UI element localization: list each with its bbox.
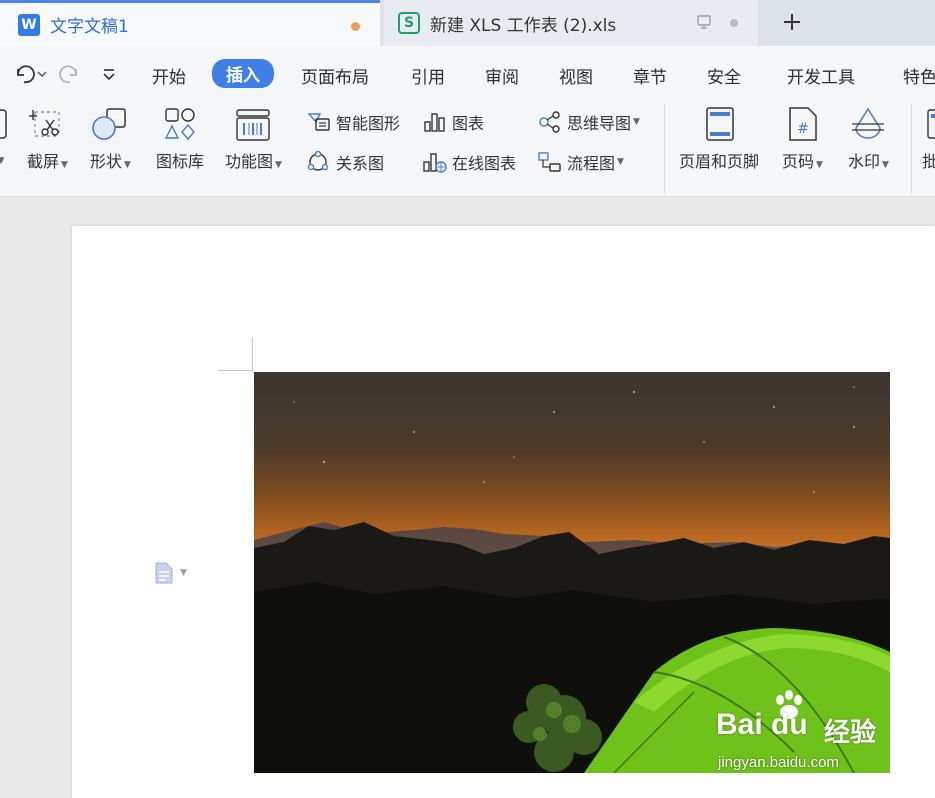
writer-logo-icon: W — [18, 13, 40, 36]
redo-button[interactable] — [58, 62, 82, 90]
chart-button[interactable]: 图表 — [422, 110, 484, 134]
caret-down-icon: ▼ — [124, 160, 131, 170]
tab-spreadsheet[interactable]: S 新建 XLS 工作表 (2).xls — [384, 0, 758, 46]
function-chart-icon — [236, 109, 271, 141]
tab-status-dot-icon — [730, 19, 738, 27]
chevron-down-icon — [103, 69, 115, 81]
caret-down-icon: ▼ — [882, 160, 889, 170]
shape-icon — [92, 108, 127, 140]
flow-chart-label: 流程图 — [567, 154, 616, 173]
online-chart-icon — [423, 153, 447, 173]
screenshot-label: 截屏 — [27, 152, 60, 171]
shape-button[interactable]: 形状 ▼ — [90, 106, 131, 172]
header-footer-button[interactable]: 页眉和页脚 — [679, 106, 759, 172]
new-tab-button[interactable] — [778, 8, 806, 36]
tab-document-1[interactable]: W 文字文稿1 — [0, 0, 380, 46]
caret-down-icon: ▼ — [633, 117, 640, 127]
caret-down-icon: ▼ — [61, 160, 68, 170]
relation-chart-button[interactable]: 关系图 — [306, 150, 384, 174]
baidu-jingyan-watermark: Bai du 经验 jingyan.baidu.com — [716, 690, 886, 774]
mind-map-icon — [539, 111, 560, 133]
spreadsheet-logo-icon: S — [398, 12, 420, 34]
menu-view[interactable]: 视图 — [559, 63, 593, 88]
partial-icon — [0, 109, 7, 139]
caret-down-icon: ▼ — [0, 156, 5, 166]
unsaved-indicator-icon — [351, 22, 360, 31]
caret-down-icon: ▼ — [275, 160, 282, 170]
ribbon-cut-label: 批 — [922, 152, 935, 171]
function-chart-label: 功能图 — [225, 152, 274, 171]
watermark-button[interactable]: 水印 ▼ — [848, 106, 889, 172]
smart-art-icon — [307, 113, 330, 131]
shape-label: 形状 — [90, 152, 123, 171]
online-chart-label: 在线图表 — [452, 154, 517, 173]
undo-icon — [17, 65, 47, 84]
margin-marker-horizontal — [218, 370, 253, 371]
ribbon-separator — [664, 104, 665, 194]
relation-chart-label: 关系图 — [336, 154, 385, 173]
icon-library-label: 图标库 — [156, 152, 205, 171]
menu-home[interactable]: 开始 — [152, 63, 186, 88]
screenshot-button[interactable]: 截屏 ▼ — [27, 106, 68, 172]
ribbon-cut-right-button[interactable]: 批 — [922, 106, 935, 172]
menu-security[interactable]: 安全 — [707, 63, 741, 88]
page-number-button[interactable]: # 页码 ▼ — [782, 106, 823, 172]
header-footer-label: 页眉和页脚 — [679, 152, 760, 171]
caret-down-icon: ▼ — [180, 568, 187, 578]
watermark-cn-label: 经验 — [824, 718, 877, 748]
menu-features[interactable]: 特色 — [903, 63, 935, 88]
chart-label: 图表 — [452, 114, 485, 133]
mind-map-label: 思维导图 — [567, 114, 632, 133]
svg-text:#: # — [798, 121, 810, 137]
mind-map-button[interactable]: 思维导图 ▼ — [537, 110, 640, 134]
page-number-label: 页码 — [782, 152, 815, 171]
caret-down-icon: ▼ — [816, 160, 823, 170]
monitor-icon[interactable] — [696, 14, 712, 35]
quick-access-customize-button[interactable] — [100, 62, 118, 90]
header-footer-icon — [706, 107, 734, 141]
tab-title: 新建 XLS 工作表 (2).xls — [430, 15, 617, 36]
ribbon-cut-left-button[interactable]: ▼ — [0, 106, 12, 167]
online-chart-button[interactable]: 在线图表 — [422, 150, 516, 174]
menu-section[interactable]: 章节 — [633, 63, 667, 88]
smart-art-button[interactable]: 智能图形 — [306, 110, 400, 134]
menu-review[interactable]: 审阅 — [485, 63, 519, 88]
flow-chart-icon — [538, 152, 561, 172]
partial-icon — [926, 109, 935, 139]
screenshot-icon — [29, 110, 61, 137]
caret-down-icon: ▼ — [617, 157, 624, 167]
function-chart-button[interactable]: 功能图 ▼ — [225, 106, 282, 172]
plus-icon — [784, 14, 800, 30]
ribbon-separator — [911, 104, 912, 194]
redo-icon — [59, 65, 77, 84]
flow-chart-button[interactable]: 流程图 ▼ — [537, 150, 624, 174]
icon-library-icon — [164, 108, 195, 141]
icon-library-button[interactable]: 图标库 — [156, 106, 204, 172]
watermark-brand: Bai du — [716, 708, 808, 741]
paragraph-layout-button[interactable]: ▼ — [154, 562, 187, 584]
watermark-icon — [852, 107, 885, 139]
menu-references[interactable]: 引用 — [411, 63, 445, 88]
smart-art-label: 智能图形 — [336, 114, 401, 133]
undo-button[interactable] — [12, 62, 47, 90]
margin-marker-vertical — [252, 337, 253, 370]
menu-insert[interactable]: 插入 — [212, 59, 274, 88]
menu-page-layout[interactable]: 页面布局 — [301, 63, 369, 88]
bar-chart-icon — [424, 113, 445, 132]
page-number-icon: # — [789, 107, 818, 141]
watermark-label: 水印 — [848, 152, 881, 171]
relation-chart-icon — [307, 150, 329, 171]
document-icon — [155, 562, 173, 584]
menu-developer[interactable]: 开发工具 — [787, 63, 855, 88]
watermark-site: jingyan.baidu.com — [718, 754, 839, 771]
tab-title: 文字文稿1 — [50, 17, 129, 37]
